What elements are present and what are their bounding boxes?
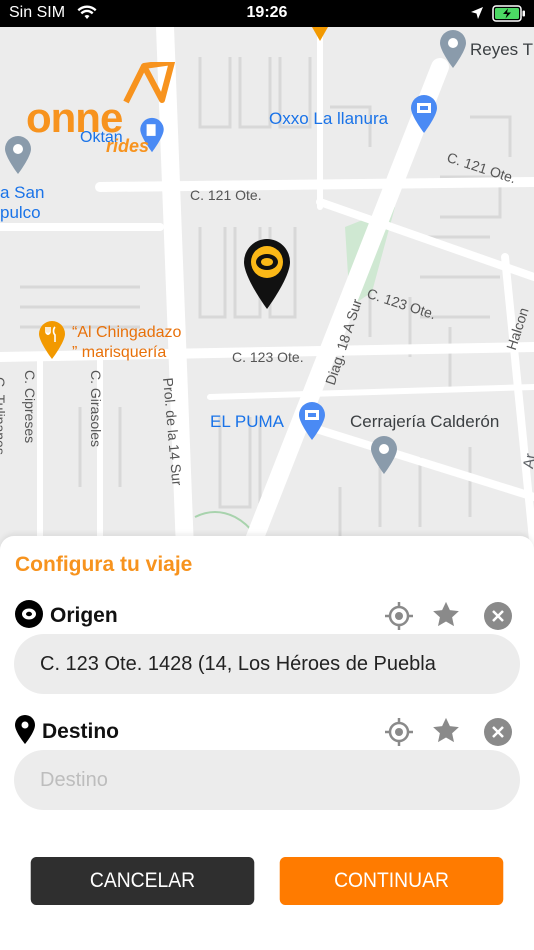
status-bar: Sin SIM 19:26 [0, 0, 534, 27]
origin-field[interactable]: C. 123 Ote. 1428 (14, Los Héroes de Pueb… [14, 634, 520, 694]
onne-rides-logo: onne rides [26, 62, 176, 162]
origin-marker-icon[interactable] [242, 238, 292, 314]
destination-label: Destino [42, 720, 120, 743]
map-label-reyes: Reyes T [470, 40, 533, 59]
destination-clear-button[interactable] [483, 717, 513, 747]
origin-dot-icon [14, 599, 44, 633]
map-label-tulipanes: C. Tulipanes [0, 377, 8, 455]
crosshair-icon [385, 602, 413, 630]
close-circle-icon [484, 718, 512, 746]
close-circle-icon [484, 602, 512, 630]
map-label-oxxo[interactable]: Oxxo La llanura [269, 109, 388, 129]
star-icon [433, 717, 459, 743]
map-label-chingadazo-1[interactable]: “Al Chingadazo [72, 323, 181, 343]
origin-locate-button[interactable] [384, 601, 414, 631]
map-pin-restaurant-icon[interactable] [37, 319, 67, 365]
map-label-cipreses: C. Cipreses [22, 370, 38, 444]
map-pin-cerrajeria-icon[interactable] [369, 435, 399, 479]
logo-sub: rides [106, 136, 150, 156]
continue-button[interactable]: CONTINUAR [279, 857, 504, 905]
map-pin-el-puma-icon[interactable] [297, 401, 327, 445]
map-label-cerrajeria[interactable]: Cerrajería Calderón [350, 412, 499, 432]
map-pin-oxxo-icon[interactable] [409, 94, 439, 138]
destination-placeholder: Destino [40, 768, 108, 791]
destination-pin-icon [14, 715, 36, 749]
map-label-pulco: pulco [0, 203, 41, 222]
map-label-girasoles: C. Girasoles [88, 370, 104, 448]
clock: 19:26 [246, 4, 288, 21]
battery-icon [492, 5, 526, 27]
destination-favorite-button[interactable] [431, 716, 461, 746]
location-arrow-icon [470, 6, 484, 25]
origin-label-row: Origen [14, 599, 118, 633]
destination-locate-button[interactable] [384, 717, 414, 747]
map-pin-reyes-icon[interactable] [438, 29, 468, 73]
map-label-ar: Ar [520, 452, 534, 470]
map-label-san: a San [0, 183, 45, 202]
crosshair-icon [385, 718, 413, 746]
logo-word: onne [26, 94, 123, 141]
origin-favorite-button[interactable] [431, 600, 461, 630]
destination-label-row: Destino [14, 715, 120, 749]
sheet-title: Configura tu viaje [15, 553, 193, 576]
star-icon [433, 601, 459, 627]
origin-clear-button[interactable] [483, 601, 513, 631]
cancel-button[interactable]: CANCELAR [30, 857, 255, 905]
map-pin-top-icon [308, 27, 332, 47]
map-label-el-puma[interactable]: EL PUMA [210, 412, 284, 432]
origin-value: C. 123 Ote. 1428 (14, Los Héroes de Pueb… [40, 652, 436, 675]
map-label-c121-left: C. 121 Ote. [190, 187, 262, 203]
origin-label: Origen [50, 604, 118, 627]
destination-field[interactable]: Destino [14, 750, 520, 810]
map-label-c123-mid: C. 123 Ote. [232, 349, 304, 365]
map-label-chingadazo-2[interactable]: ” marisquería [72, 343, 166, 363]
